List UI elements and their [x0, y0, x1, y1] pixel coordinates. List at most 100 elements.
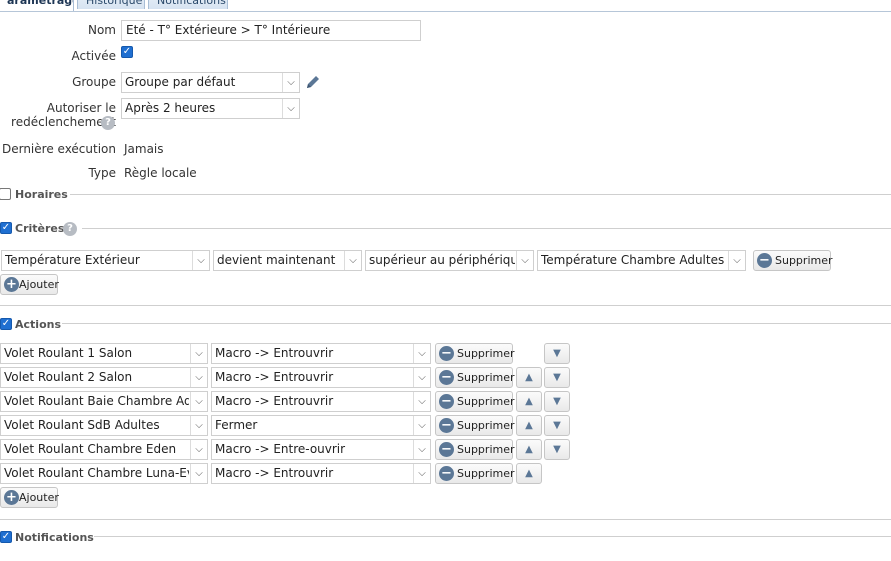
plus-circle-icon: +: [4, 277, 19, 292]
criteres-checkbox[interactable]: ✓: [0, 222, 12, 234]
chevron-down-icon: ⌵: [282, 73, 299, 92]
divider: [70, 194, 891, 195]
chevron-down-icon: ⌵: [413, 440, 430, 459]
criterion-delete-button[interactable]: − Supprimer: [753, 250, 833, 271]
move-up-button[interactable]: ▲: [516, 415, 542, 436]
actions-checkbox[interactable]: ✓: [0, 318, 12, 330]
chevron-down-icon: ⌵: [190, 440, 207, 459]
delete-label: Supprimer: [457, 443, 515, 456]
notifications-checkbox[interactable]: ✓: [0, 531, 12, 543]
groupe-label: Groupe: [72, 75, 116, 89]
criteres-title: Critères: [15, 222, 65, 235]
pencil-icon[interactable]: [304, 73, 322, 91]
delete-label: Supprimer: [457, 347, 515, 360]
chevron-down-icon: ⌵: [282, 99, 299, 118]
arrow-down-icon: ▼: [553, 348, 561, 359]
criterion-operator-select[interactable]: devient maintenant ⌵: [213, 250, 362, 271]
autoriser-select[interactable]: Après 2 heures ⌵: [121, 98, 300, 119]
chevron-down-icon: ⌵: [413, 368, 430, 387]
move-down-button[interactable]: ▼: [544, 391, 570, 412]
help-icon[interactable]: ?: [101, 116, 115, 130]
action-command-select[interactable]: Fermer ⌵: [211, 415, 431, 436]
action-delete-button[interactable]: − Supprimer: [435, 367, 515, 388]
type-value: Règle locale: [124, 166, 197, 180]
delete-label: Supprimer: [457, 467, 515, 480]
groupe-select[interactable]: Groupe par défaut ⌵: [121, 72, 300, 93]
arrow-up-icon: ▲: [525, 420, 533, 431]
action-command-select[interactable]: Macro -> Entrouvrir ⌵: [211, 463, 431, 484]
activee-checkbox[interactable]: ✓: [121, 46, 133, 58]
divider: [0, 305, 891, 306]
action-device-value: Volet Roulant Chambre Eden: [4, 442, 177, 456]
chevron-down-icon: ⌵: [190, 344, 207, 363]
chevron-down-icon: ⌵: [728, 251, 745, 270]
move-down-button[interactable]: ▼: [544, 439, 570, 460]
action-command-select[interactable]: Macro -> Entrouvrir ⌵: [211, 367, 431, 388]
action-device-select[interactable]: Volet Roulant 2 Salon ⌵: [0, 367, 208, 388]
chevron-down-icon: ⌵: [413, 464, 430, 483]
action-command-select[interactable]: Macro -> Entrouvrir ⌵: [211, 391, 431, 412]
tab-notifications[interactable]: Notifications: [148, 0, 228, 9]
action-delete-button[interactable]: − Supprimer: [435, 391, 515, 412]
action-device-select[interactable]: Volet Roulant 1 Salon ⌵: [0, 343, 208, 364]
arrow-up-icon: ▲: [525, 372, 533, 383]
arrow-up-icon: ▲: [525, 396, 533, 407]
move-down-button[interactable]: ▼: [544, 415, 570, 436]
action-command-value: Macro -> Entrouvrir: [215, 346, 334, 360]
criterion-device-select[interactable]: Température Extérieur ⌵: [1, 250, 210, 271]
criterion-device-value: Température Extérieur: [5, 253, 140, 267]
action-delete-button[interactable]: − Supprimer: [435, 439, 515, 460]
criterion-operator-value: devient maintenant: [217, 253, 336, 267]
delete-label: Supprimer: [457, 371, 515, 384]
actions-add-button[interactable]: + Ajouter: [0, 487, 59, 508]
tab-parametrage[interactable]: aramétrage: [0, 0, 74, 11]
move-up-button[interactable]: ▲: [516, 367, 542, 388]
help-icon[interactable]: ?: [63, 222, 77, 236]
criterion-comparison-select[interactable]: supérieur au périphérique ⌵: [365, 250, 534, 271]
delete-label: Supprimer: [457, 395, 515, 408]
arrow-down-icon: ▼: [553, 372, 561, 383]
type-label: Type: [88, 166, 116, 180]
move-up-button[interactable]: ▲: [516, 391, 542, 412]
move-down-button[interactable]: ▼: [544, 343, 570, 364]
action-device-value: Volet Roulant SdB Adultes: [4, 418, 160, 432]
action-device-select[interactable]: Volet Roulant Baie Chambre Adultes ⌵: [0, 391, 208, 412]
action-device-value: Volet Roulant Chambre Luna-Eve: [4, 466, 189, 480]
nom-input[interactable]: Eté - T° Extérieure > T° Intérieure: [121, 20, 421, 41]
move-up-button[interactable]: ▲: [516, 439, 542, 460]
action-command-value: Macro -> Entrouvrir: [215, 394, 334, 408]
chevron-down-icon: ⌵: [344, 251, 361, 270]
action-delete-button[interactable]: − Supprimer: [435, 463, 515, 484]
action-device-select[interactable]: Volet Roulant Chambre Eden ⌵: [0, 439, 208, 460]
tab-historique[interactable]: Historique: [77, 0, 145, 9]
criteria-add-button[interactable]: + Ajouter: [0, 274, 59, 295]
derniere-label: Dernière exécution: [1, 142, 116, 156]
groupe-value: Groupe par défaut: [125, 75, 236, 89]
move-down-button[interactable]: ▼: [544, 367, 570, 388]
move-up-button[interactable]: ▲: [516, 463, 542, 484]
minus-circle-icon: −: [757, 253, 772, 268]
divider: [82, 228, 891, 229]
action-command-select[interactable]: Macro -> Entrouvrir ⌵: [211, 343, 431, 364]
action-delete-button[interactable]: − Supprimer: [435, 343, 515, 364]
autoriser-value: Après 2 heures: [125, 101, 216, 115]
action-command-value: Macro -> Entrouvrir: [215, 466, 334, 480]
divider: [94, 536, 891, 537]
action-command-select[interactable]: Macro -> Entre-ouvrir ⌵: [211, 439, 431, 460]
minus-circle-icon: −: [439, 370, 454, 385]
action-device-select[interactable]: Volet Roulant SdB Adultes ⌵: [0, 415, 208, 436]
criterion-target-select[interactable]: Température Chambre Adultes ⌵: [537, 250, 746, 271]
horaires-checkbox[interactable]: [0, 188, 11, 200]
action-command-value: Macro -> Entre-ouvrir: [215, 442, 346, 456]
criterion-target-value: Température Chambre Adultes: [541, 253, 725, 267]
action-device-value: Volet Roulant 1 Salon: [4, 346, 133, 360]
criterion-comparison-value: supérieur au périphérique: [369, 253, 515, 267]
minus-circle-icon: −: [439, 394, 454, 409]
derniere-value: Jamais: [124, 142, 164, 156]
arrow-down-icon: ▼: [553, 396, 561, 407]
autoriser-label-1: Autoriser le: [46, 101, 116, 115]
chevron-down-icon: ⌵: [190, 416, 207, 435]
action-delete-button[interactable]: − Supprimer: [435, 415, 515, 436]
action-device-select[interactable]: Volet Roulant Chambre Luna-Eve ⌵: [0, 463, 208, 484]
arrow-up-icon: ▲: [525, 444, 533, 455]
